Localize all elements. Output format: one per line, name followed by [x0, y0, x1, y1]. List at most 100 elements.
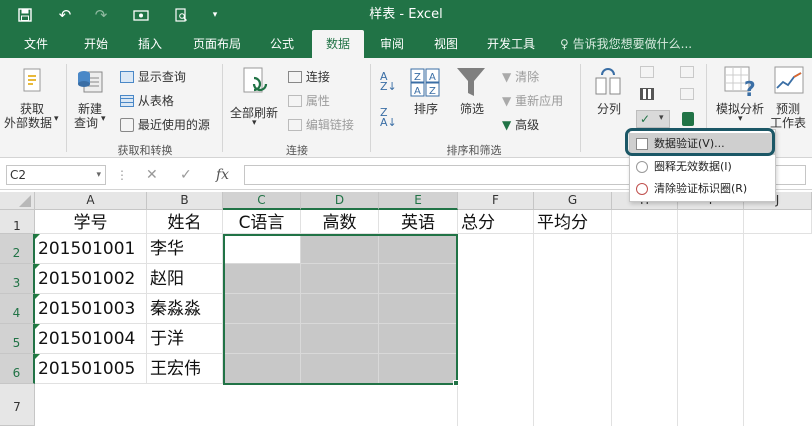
edit-links-button[interactable]: 编辑链接: [288, 116, 354, 133]
column-header-e[interactable]: E: [379, 192, 458, 210]
data-validation-icon: [636, 138, 648, 150]
cell-a3[interactable]: 201501002: [35, 264, 147, 294]
row-header-2[interactable]: 2: [0, 234, 35, 264]
row-header-5[interactable]: 5: [0, 324, 35, 354]
sort-descending-icon[interactable]: Z A↓: [380, 107, 397, 128]
recent-sources-button[interactable]: 最近使用的源: [120, 116, 210, 133]
cell-d4[interactable]: [301, 294, 379, 324]
edit-links-label: 编辑链接: [305, 118, 354, 132]
row-header-3[interactable]: 3: [0, 264, 35, 294]
sort-ascending-icon[interactable]: A Z↓: [380, 71, 397, 92]
tab-file[interactable]: 文件: [12, 30, 60, 58]
cell-b1[interactable]: 姓名: [147, 210, 223, 234]
what-if-icon: ?: [724, 66, 756, 98]
cell-c1[interactable]: C语言: [223, 210, 301, 234]
text-to-columns-label: 分列: [597, 102, 622, 116]
cell-c5[interactable]: [223, 324, 301, 354]
cell-a6[interactable]: 201501005: [35, 354, 147, 384]
cell-b6[interactable]: 王宏伟: [147, 354, 223, 384]
empty-column-f[interactable]: [458, 234, 534, 426]
cell-e1[interactable]: 英语: [379, 210, 458, 234]
cell-b2[interactable]: 李华: [147, 234, 223, 264]
cell-e3[interactable]: [379, 264, 458, 294]
properties-button[interactable]: 属性: [288, 92, 330, 109]
remove-duplicates-icon[interactable]: [640, 88, 654, 100]
row-7-cells[interactable]: [35, 384, 458, 426]
empty-column-h[interactable]: [612, 234, 678, 426]
cell-c4[interactable]: [223, 294, 301, 324]
empty-column-j[interactable]: [744, 234, 812, 426]
cell-d5[interactable]: [301, 324, 379, 354]
properties-icon: [288, 95, 302, 107]
row-header-6[interactable]: 6: [0, 354, 35, 384]
cell-e2[interactable]: [379, 234, 458, 264]
tab-review[interactable]: 审阅: [368, 30, 416, 58]
cell-b4[interactable]: 秦淼淼: [147, 294, 223, 324]
cancel-icon[interactable]: ✕: [146, 165, 158, 185]
connections-button[interactable]: 连接: [288, 68, 330, 85]
menu-item-circle-invalid[interactable]: 圈释无效数据(I): [630, 156, 775, 178]
menu-item-clear-circles[interactable]: 清除验证标识圈(R): [630, 178, 775, 200]
clear-filter-button[interactable]: ▼ 清除: [502, 68, 539, 85]
data-validation-dropdown-button[interactable]: ✓ ▾: [636, 110, 670, 128]
cell-j1[interactable]: [744, 210, 812, 234]
cell-d6[interactable]: [301, 354, 379, 384]
show-queries-button[interactable]: 显示查询: [120, 68, 186, 85]
tab-insert[interactable]: 插入: [126, 30, 174, 58]
tab-formulas[interactable]: 公式: [258, 30, 306, 58]
manage-data-model-icon[interactable]: [682, 112, 694, 126]
advanced-filter-button[interactable]: ▼ 高级: [502, 116, 539, 133]
empty-column-g[interactable]: [534, 234, 612, 426]
from-table-button[interactable]: 从表格: [120, 92, 174, 109]
cell-b5[interactable]: 于洋: [147, 324, 223, 354]
cell-g1[interactable]: 平均分: [534, 210, 612, 234]
column-header-b[interactable]: B: [147, 192, 223, 210]
cell-d1[interactable]: 高数: [301, 210, 379, 234]
tab-home[interactable]: 开始: [72, 30, 120, 58]
flash-fill-icon[interactable]: [640, 66, 654, 78]
select-all-corner[interactable]: [0, 192, 35, 210]
insert-function-icon[interactable]: fx: [216, 165, 229, 185]
cell-c3[interactable]: [223, 264, 301, 294]
name-box[interactable]: C2 ▾: [6, 165, 106, 185]
link-icon: [288, 119, 302, 131]
cell-e5[interactable]: [379, 324, 458, 354]
cell-c6[interactable]: [223, 354, 301, 384]
enter-icon[interactable]: ✓: [180, 165, 192, 185]
fill-handle[interactable]: [453, 380, 459, 386]
cell-e6[interactable]: [379, 354, 458, 384]
cell-b3[interactable]: 赵阳: [147, 264, 223, 294]
cell-d2[interactable]: [301, 234, 379, 264]
cell-e4[interactable]: [379, 294, 458, 324]
cell-i1[interactable]: [678, 210, 744, 234]
column-header-g[interactable]: G: [534, 192, 612, 210]
tab-developer[interactable]: 开发工具: [476, 30, 546, 58]
row-header-7[interactable]: 7: [0, 384, 35, 426]
row-header-1[interactable]: 1: [0, 210, 35, 234]
menu-item-data-validation[interactable]: 数据验证(V)...: [630, 133, 775, 155]
cell-c2[interactable]: [223, 234, 301, 264]
cell-d3[interactable]: [301, 264, 379, 294]
tab-page-layout[interactable]: 页面布局: [186, 30, 248, 58]
spreadsheet-grid[interactable]: A B C D E F G H I J 1 2 3 4 5 6 7 学号 姓名 …: [0, 192, 812, 426]
empty-column-i[interactable]: [678, 234, 744, 426]
clear-label: 清除: [515, 70, 540, 84]
cell-a4[interactable]: 201501003: [35, 294, 147, 324]
cell-a5[interactable]: 201501004: [35, 324, 147, 354]
column-header-c[interactable]: C: [223, 192, 301, 210]
cell-f1[interactable]: 总分: [458, 210, 534, 234]
tell-me-box[interactable]: ♀ 告诉我您想要做什么...: [560, 30, 692, 58]
column-header-d[interactable]: D: [301, 192, 379, 210]
relationships-icon[interactable]: [680, 88, 694, 100]
reapply-button[interactable]: ▼ 重新应用: [502, 92, 563, 109]
formula-bar-handle-icon: ⋮: [116, 168, 128, 182]
consolidate-icon[interactable]: [680, 66, 694, 78]
column-header-a[interactable]: A: [35, 192, 147, 210]
cell-a2[interactable]: 201501001: [35, 234, 147, 264]
row-header-4[interactable]: 4: [0, 294, 35, 324]
column-header-f[interactable]: F: [458, 192, 534, 210]
cell-a1[interactable]: 学号: [35, 210, 147, 234]
cell-h1[interactable]: [612, 210, 678, 234]
tab-data[interactable]: 数据: [312, 30, 364, 58]
tab-view[interactable]: 视图: [422, 30, 470, 58]
